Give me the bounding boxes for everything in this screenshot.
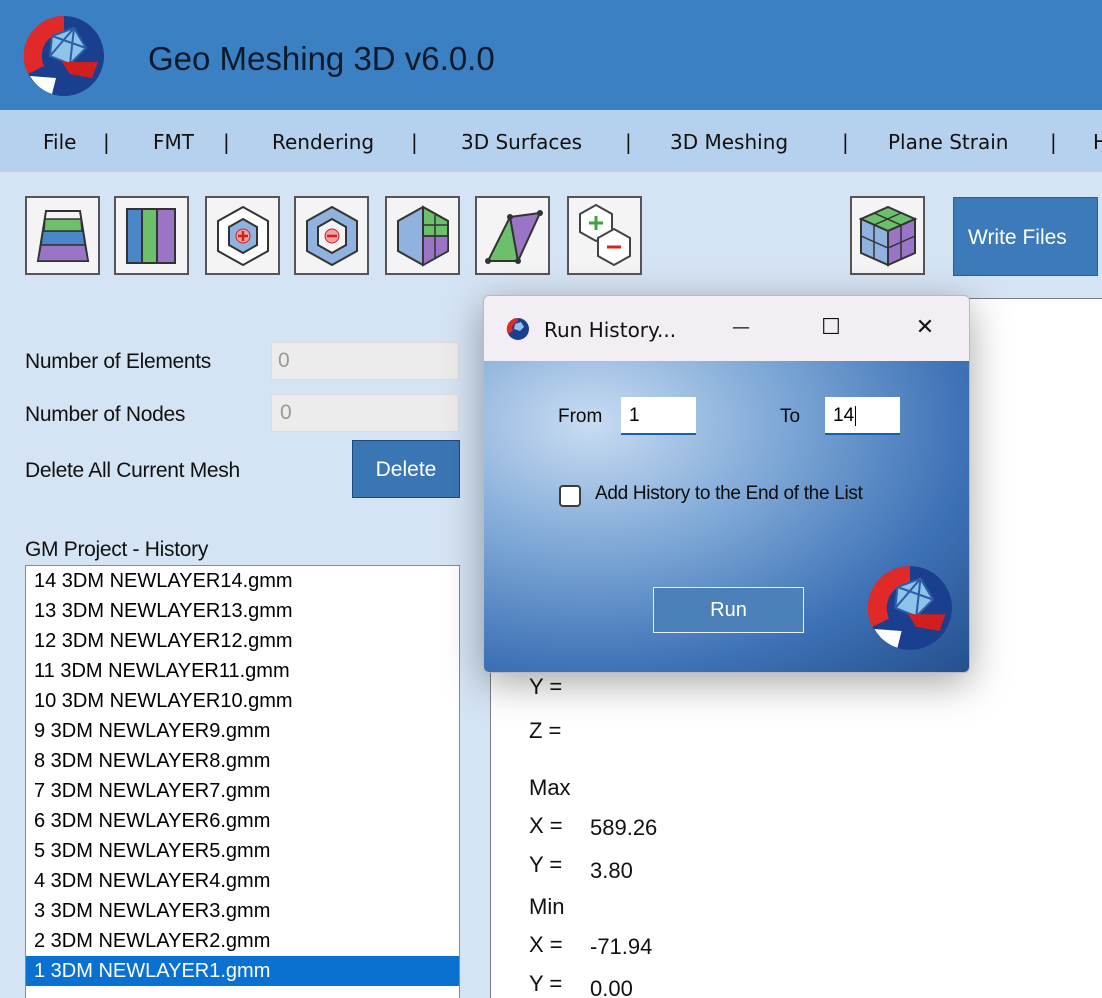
menu-separator: | (1050, 130, 1057, 154)
tool-grid-button[interactable] (385, 196, 460, 275)
elements-label: Number of Elements (25, 350, 212, 373)
tool-add-region-button[interactable] (205, 196, 280, 275)
list-item[interactable]: 8 3DM NEWLAYER8.gmm (26, 746, 459, 776)
max-x-label: X = (529, 813, 563, 838)
list-item[interactable]: 6 3DM NEWLAYER6.gmm (26, 806, 459, 836)
menu-plane-strain[interactable]: Plane Strain (888, 130, 1008, 154)
list-item[interactable]: 11 3DM NEWLAYER11.gmm (26, 656, 459, 686)
triangles-icon (485, 210, 543, 265)
hexagon-grid-icon (397, 205, 449, 267)
list-item[interactable]: 10 3DM NEWLAYER10.gmm (26, 686, 459, 716)
max-y-label: Y = (529, 852, 563, 877)
menu-bar: File | FMT | Rendering | 3D Surfaces | 3… (0, 110, 1102, 172)
tool-cube-button[interactable] (850, 196, 925, 275)
nodes-label: Number of Nodes (25, 403, 186, 426)
menu-3d-meshing[interactable]: 3D Meshing (670, 130, 788, 154)
layered-trapezoid-icon (36, 210, 90, 262)
menu-separator: | (625, 130, 632, 154)
menu-separator: | (103, 130, 110, 154)
dialog-logo-icon (867, 566, 952, 650)
menu-3d-surfaces[interactable]: 3D Surfaces (461, 130, 582, 154)
menu-file[interactable]: File (43, 130, 76, 154)
history-list[interactable]: 14 3DM NEWLAYER14.gmm 13 3DM NEWLAYER13.… (25, 565, 460, 998)
delete-all-label: Delete All Current Mesh (25, 459, 240, 482)
list-item[interactable]: 14 3DM NEWLAYER14.gmm (26, 566, 459, 596)
run-button[interactable]: Run (653, 587, 804, 633)
z-label: Z = (529, 718, 562, 743)
from-input[interactable]: 1 (621, 397, 696, 435)
hexagon-add-remove-icon (579, 203, 631, 267)
delete-button[interactable]: Delete (352, 440, 460, 498)
min-x-label: X = (529, 932, 563, 957)
max-x-value: 589.26 (590, 815, 658, 840)
y-label: Y = (529, 674, 563, 699)
vertical-columns-icon (126, 208, 176, 264)
list-item[interactable]: 3 3DM NEWLAYER3.gmm (26, 896, 459, 926)
menu-separator: | (842, 130, 849, 154)
menu-help[interactable]: H (1093, 130, 1102, 154)
hexagon-add-icon (217, 205, 269, 267)
minimize-button[interactable]: — (716, 308, 766, 348)
dialog-title-bar[interactable]: Run History... — ☐ ✕ (484, 296, 969, 361)
dialog-body: From 1 To 14 Add History to the End of t… (484, 361, 969, 672)
app-logo-icon (23, 15, 104, 96)
min-y-value: 0.00 (590, 976, 633, 998)
close-button[interactable]: ✕ (900, 308, 950, 348)
list-item[interactable]: 7 3DM NEWLAYER7.gmm (26, 776, 459, 806)
from-label: From (558, 406, 603, 427)
to-value: 14 (833, 405, 855, 426)
run-history-dialog: Run History... — ☐ ✕ From 1 To 14 Add Hi… (483, 295, 970, 673)
app-title: Geo Meshing 3D v6.0.0 (148, 40, 495, 77)
tool-remove-region-button[interactable] (294, 196, 369, 275)
list-item[interactable]: 5 3DM NEWLAYER5.gmm (26, 836, 459, 866)
elements-field: 0 (271, 342, 459, 380)
hexagon-remove-icon (306, 205, 358, 267)
tool-columns-button[interactable] (114, 196, 189, 275)
to-label: To (780, 406, 801, 427)
dialog-app-icon (506, 317, 529, 340)
menu-fmt[interactable]: FMT (153, 130, 194, 154)
title-bar: Geo Meshing 3D v6.0.0 (0, 0, 1102, 110)
text-caret (855, 405, 857, 426)
write-files-button[interactable]: Write Files (953, 197, 1098, 276)
history-title: GM Project - History (25, 538, 209, 561)
min-x-value: -71.94 (590, 934, 653, 959)
append-checkbox[interactable] (559, 485, 581, 507)
tool-add-remove-button[interactable] (567, 196, 642, 275)
tool-triangles-button[interactable] (475, 196, 550, 275)
max-y-value: 3.80 (590, 858, 633, 883)
cube-mesh-icon (858, 205, 918, 267)
nodes-field: 0 (271, 394, 459, 432)
to-input[interactable]: 14 (825, 397, 900, 435)
dialog-title: Run History... (544, 318, 677, 342)
from-value: 1 (629, 405, 640, 426)
tool-layers-button[interactable] (25, 196, 100, 275)
list-item[interactable]: 2 3DM NEWLAYER2.gmm (26, 926, 459, 956)
menu-separator: | (223, 130, 230, 154)
menu-rendering[interactable]: Rendering (272, 130, 374, 154)
min-y-label: Y = (529, 971, 563, 996)
max-label: Max (529, 775, 571, 800)
list-item[interactable]: 4 3DM NEWLAYER4.gmm (26, 866, 459, 896)
min-label: Min (529, 894, 565, 919)
menu-separator: | (411, 130, 418, 154)
list-item-selected[interactable]: 1 3DM NEWLAYER1.gmm (26, 956, 459, 986)
list-item[interactable]: 13 3DM NEWLAYER13.gmm (26, 596, 459, 626)
list-item[interactable]: 12 3DM NEWLAYER12.gmm (26, 626, 459, 656)
maximize-button[interactable]: ☐ (806, 308, 856, 348)
append-label: Add History to the End of the List (595, 483, 863, 504)
list-item[interactable]: 9 3DM NEWLAYER9.gmm (26, 716, 459, 746)
